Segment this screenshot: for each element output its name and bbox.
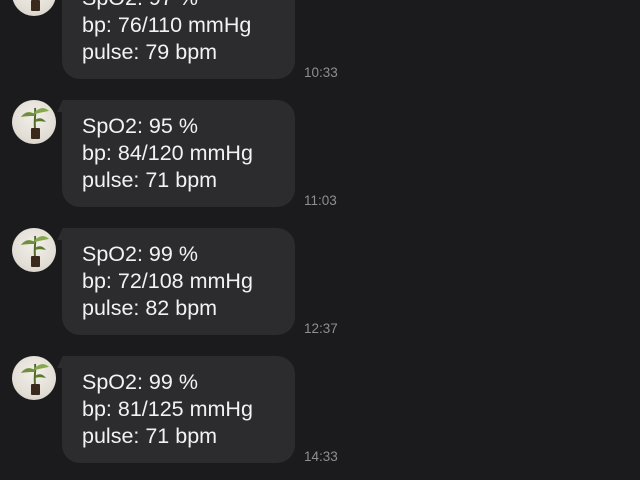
avatar[interactable] [12, 0, 56, 16]
spo2-reading: SpO2: 97 % [82, 0, 198, 12]
potted-plant-icon [21, 235, 49, 267]
blood-pressure-reading: bp: 72/108 mmHg [82, 269, 253, 293]
message-item: SpO2: 99 % bp: 81/125 mmHg pulse: 71 bpm… [0, 356, 640, 472]
message-item: SpO2: 95 % bp: 84/120 mmHg pulse: 71 bpm… [0, 100, 640, 216]
message-timestamp: 12:37 [304, 321, 338, 336]
message-timestamp: 10:33 [304, 65, 338, 80]
blood-pressure-reading: bp: 76/110 mmHg [82, 13, 252, 37]
blood-pressure-reading: bp: 84/120 mmHg [82, 141, 253, 165]
message-item: SpO2: 97 % bp: 76/110 mmHg pulse: 79 bpm… [0, 0, 640, 88]
message-bubble[interactable]: SpO2: 95 % bp: 84/120 mmHg pulse: 71 bpm [62, 100, 295, 207]
spo2-reading: SpO2: 95 % [82, 114, 198, 138]
blood-pressure-reading: bp: 81/125 mmHg [82, 397, 253, 421]
message-bubble[interactable]: SpO2: 99 % bp: 72/108 mmHg pulse: 82 bpm [62, 228, 295, 335]
message-bubble[interactable]: SpO2: 99 % bp: 81/125 mmHg pulse: 71 bpm [62, 356, 295, 463]
message-timestamp: 11:03 [304, 193, 337, 208]
avatar[interactable] [12, 228, 56, 272]
spo2-reading: SpO2: 99 % [82, 242, 198, 266]
avatar[interactable] [12, 100, 56, 144]
pulse-reading: pulse: 71 bpm [82, 424, 218, 448]
pulse-reading: pulse: 79 bpm [82, 40, 218, 64]
avatar[interactable] [12, 356, 56, 400]
spo2-reading: SpO2: 99 % [82, 370, 198, 394]
message-timestamp: 14:33 [304, 449, 338, 464]
pulse-reading: pulse: 82 bpm [82, 296, 218, 320]
pulse-reading: pulse: 71 bpm [82, 168, 218, 192]
potted-plant-icon [31, 0, 40, 11]
potted-plant-icon [21, 107, 49, 139]
message-bubble[interactable]: SpO2: 97 % bp: 76/110 mmHg pulse: 79 bpm [62, 0, 295, 79]
message-item: SpO2: 99 % bp: 72/108 mmHg pulse: 82 bpm… [0, 228, 640, 344]
potted-plant-icon [21, 363, 49, 395]
